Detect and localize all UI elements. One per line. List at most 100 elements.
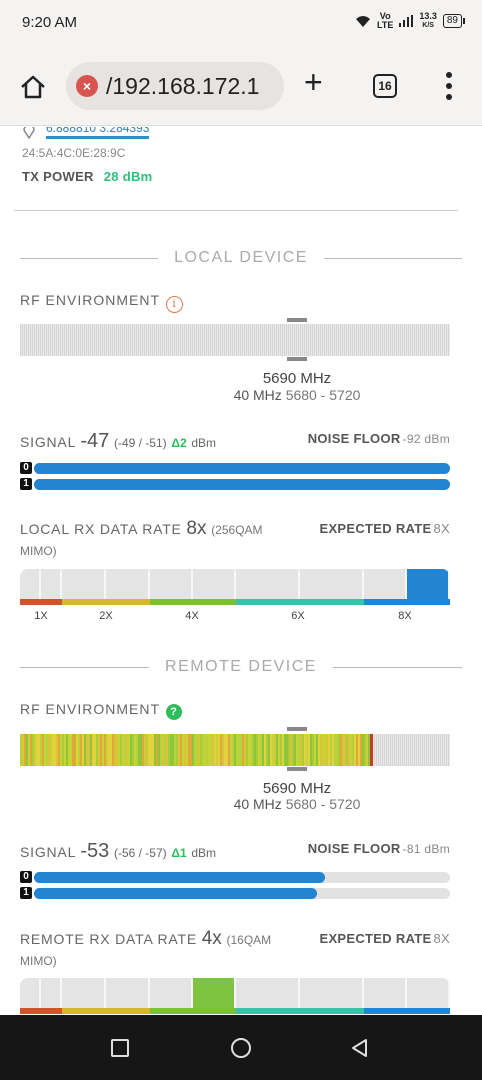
spectrum-line — [122, 734, 124, 766]
spectrum-line — [198, 734, 200, 766]
spectrum-line — [208, 734, 210, 766]
spectrum-line — [440, 734, 441, 766]
spectrum-line — [306, 324, 307, 356]
spectrum-line — [102, 734, 104, 766]
spectrum-line — [246, 324, 247, 356]
local-signal-value: -47 — [80, 430, 110, 452]
spectrum-line — [68, 734, 70, 766]
nav-back-icon[interactable] — [350, 1038, 370, 1058]
spectrum-line — [420, 734, 421, 766]
spectrum-line — [74, 324, 75, 356]
page-content[interactable]: 6.888810 3.284393 24:5A:4C:0E:28:9C TX P… — [0, 127, 482, 1015]
spectrum-line — [110, 324, 111, 356]
spectrum-line — [368, 734, 370, 766]
rate-cell — [41, 978, 62, 1008]
url-text[interactable]: /192.168.172.1 — [106, 73, 259, 100]
spectrum-line — [116, 734, 118, 766]
mac-address: 24:5A:4C:0E:28:9C — [22, 146, 126, 160]
spectrum-line — [44, 734, 46, 766]
spectrum-line — [190, 734, 192, 766]
rate-cell — [106, 978, 150, 1008]
spectrum-line — [126, 324, 127, 356]
spectrum-line — [88, 734, 90, 766]
rate-cell — [193, 978, 236, 1008]
spectrum-line — [428, 324, 429, 356]
spectrum-line — [324, 324, 325, 356]
spectrum-line — [232, 734, 234, 766]
spectrum-line — [214, 324, 215, 356]
spectrum-line — [96, 324, 97, 356]
rate-band-color — [62, 1008, 150, 1014]
status-icons: Vo LTE 13.3 K/S 89 — [355, 12, 466, 30]
spectrum-line — [430, 324, 431, 356]
spectrum-line — [406, 734, 407, 766]
spectrum-line — [210, 734, 212, 766]
rate-tick-label: 4X — [185, 610, 199, 622]
remote-noise-value: -81 dBm — [402, 842, 450, 856]
local-signal: SIGNAL -47 (-49 / -51) Δ2 dBm — [20, 430, 217, 452]
spectrum-line — [346, 734, 348, 766]
device-coordinates[interactable]: 6.888810 3.284393 — [46, 127, 150, 139]
more-vert-icon[interactable] — [444, 72, 454, 100]
spectrum-line — [150, 324, 151, 356]
local-chain-1-bar — [34, 479, 450, 490]
spectrum-line — [76, 734, 78, 766]
location-pin-icon — [23, 127, 35, 139]
spectrum-line — [262, 734, 264, 766]
spectrum-line — [172, 734, 174, 766]
spectrum-line — [154, 324, 155, 356]
spectrum-line — [198, 324, 199, 356]
spectrum-line — [396, 734, 397, 766]
spectrum-line — [186, 734, 188, 766]
remote-rate-value: 4x — [201, 928, 222, 949]
spectrum-line — [230, 324, 231, 356]
rate-band-color — [150, 1008, 236, 1014]
spectrum-line — [236, 324, 237, 356]
spectrum-line — [144, 734, 146, 766]
nav-home-icon[interactable] — [231, 1038, 251, 1058]
spectrum-line — [228, 324, 229, 356]
spectrum-line — [370, 324, 371, 356]
spectrum-line — [132, 324, 133, 356]
spectrum-line — [384, 734, 385, 766]
spectrum-line — [96, 734, 98, 766]
spectrum-line — [428, 734, 429, 766]
rate-cell — [300, 978, 364, 1008]
rate-band-color — [364, 599, 450, 605]
spectrum-line — [378, 324, 379, 356]
spectrum-line — [168, 734, 170, 766]
spectrum-line — [424, 734, 425, 766]
spectrum-line — [268, 734, 270, 766]
spectrum-line — [438, 324, 439, 356]
spectrum-line — [36, 324, 37, 356]
help-icon[interactable]: ? — [166, 704, 182, 720]
close-icon[interactable]: × — [76, 75, 98, 97]
local-rx-data-rate: LOCAL RX DATA RATE 8x (256QAM MIMO) — [20, 518, 263, 559]
spectrum-line — [398, 734, 399, 766]
spectrum-line — [446, 324, 447, 356]
local-device-heading: LOCAL DEVICE — [20, 248, 463, 268]
spectrum-line — [148, 734, 150, 766]
spectrum-line — [276, 734, 278, 766]
tx-power: TX POWER 28 dBm — [22, 169, 153, 184]
address-bar[interactable]: × /192.168.172.1 — [66, 62, 284, 110]
info-icon[interactable]: i — [166, 296, 183, 313]
spectrum-line — [184, 734, 186, 766]
spectrum-line — [38, 734, 40, 766]
spectrum-line — [182, 734, 184, 766]
local-chain-0-bar — [34, 463, 450, 474]
spectrum-line — [290, 324, 291, 356]
spectrum-line — [172, 324, 173, 356]
spectrum-line — [72, 324, 73, 356]
remote-channel-marker-bottom — [287, 767, 307, 771]
nav-recents-icon[interactable] — [111, 1039, 129, 1057]
spectrum-line — [118, 734, 120, 766]
spectrum-line — [390, 324, 391, 356]
spectrum-line — [170, 324, 171, 356]
spectrum-line — [44, 324, 45, 356]
tabs-icon[interactable]: 16 — [373, 74, 397, 98]
home-icon[interactable] — [18, 72, 48, 102]
spectrum-line — [140, 734, 142, 766]
spectrum-line — [50, 324, 51, 356]
plus-icon[interactable]: + — [304, 66, 323, 98]
